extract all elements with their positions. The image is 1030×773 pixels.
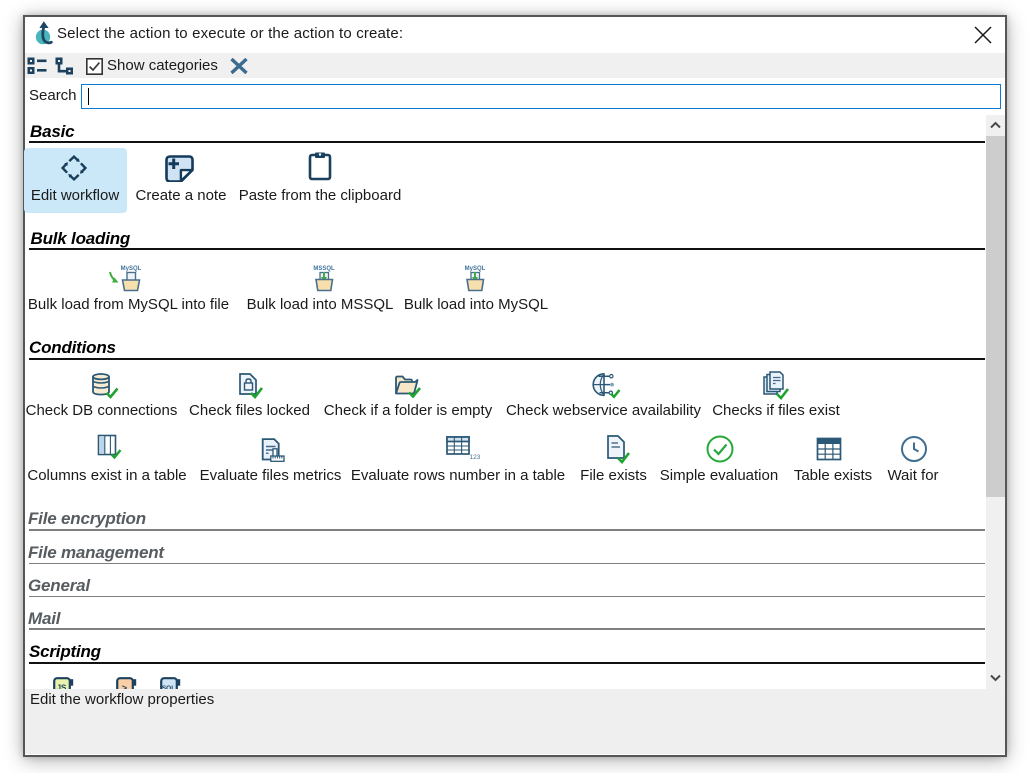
svg-text:MySQL: MySQL [121, 266, 142, 272]
svg-text:MSSQL: MSSQL [313, 266, 335, 272]
svg-text:MySQL: MySQL [465, 266, 486, 272]
svg-text:123: 123 [470, 454, 481, 461]
